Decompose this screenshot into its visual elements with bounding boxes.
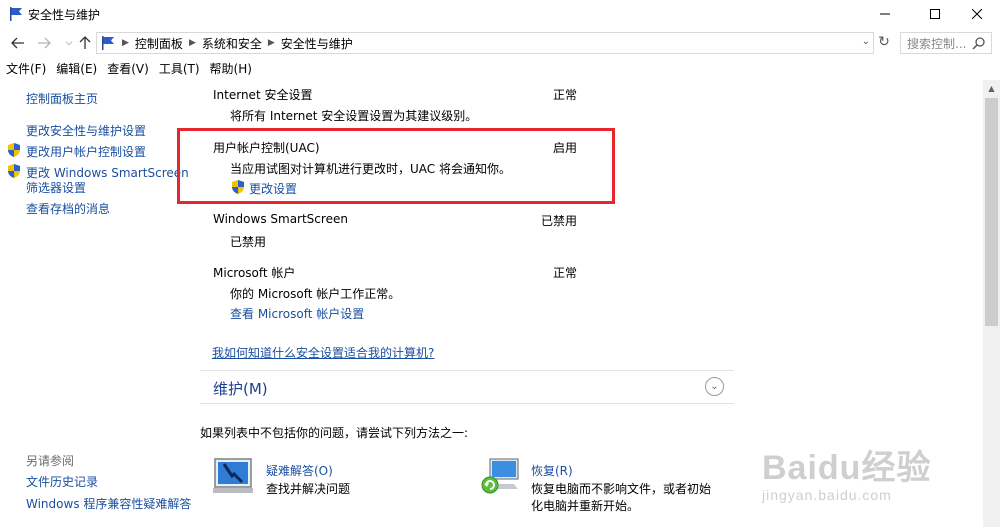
chevron-right-icon[interactable]: ▶ (189, 38, 196, 48)
see-also-compatibility-troubleshooter[interactable]: Windows 程序兼容性疑难解答 (26, 495, 191, 512)
scrollbar-thumb[interactable] (985, 98, 998, 326)
maximize-icon (930, 9, 940, 19)
back-button[interactable] (9, 34, 27, 52)
maximize-button[interactable] (912, 0, 958, 28)
breadcrumb-item-control-panel[interactable]: 控制面板 (135, 35, 183, 52)
flag-icon (10, 7, 22, 21)
troubleshooting-icon[interactable] (212, 456, 256, 496)
uac-shield-icon (8, 164, 20, 178)
scroll-up-button[interactable]: ▲ (983, 80, 1000, 97)
refresh-button[interactable]: ↻ (876, 34, 892, 50)
smartscreen-desc: 已禁用 (230, 235, 267, 249)
troubleshooting-link[interactable]: 疑难解答(O) (266, 462, 333, 479)
title-bar: 安全性与维护 (0, 0, 1000, 28)
breadcrumb-item-security-maintenance[interactable]: 安全性与维护 (281, 35, 353, 52)
forward-button[interactable] (35, 34, 53, 52)
vertical-scrollbar[interactable]: ▲ (983, 80, 1000, 527)
sidebar-item-view-archived-messages[interactable]: 查看存档的消息 (26, 200, 110, 217)
search-input[interactable]: 搜索控制... (900, 32, 992, 54)
up-button[interactable] (76, 34, 94, 52)
menu-edit[interactable]: 编辑(E) (56, 60, 97, 77)
uac-shield-icon (232, 180, 244, 194)
search-placeholder: 搜索控制... (907, 36, 967, 51)
menu-view[interactable]: 查看(V) (107, 60, 149, 77)
triangle-up-icon: ▲ (988, 84, 995, 93)
minimize-button[interactable] (862, 0, 908, 28)
maintenance-section-header[interactable]: 维护(M) ⌄ (200, 370, 734, 404)
uac-shield-icon (8, 143, 20, 157)
close-icon (972, 9, 982, 19)
minimize-icon (880, 13, 890, 15)
sidebar: 控制面板主页 更改安全性与维护设置 更改用户帐户控制设置 更改 Windows … (0, 80, 195, 527)
menu-tools[interactable]: 工具(T) (159, 60, 200, 77)
refresh-icon: ↻ (878, 34, 890, 50)
see-also-file-history[interactable]: 文件历史记录 (26, 473, 98, 490)
chevron-right-icon[interactable]: ▶ (268, 38, 275, 48)
smartscreen-title: Windows SmartScreen (213, 212, 348, 226)
menu-file[interactable]: 文件(F) (6, 60, 46, 77)
see-also-title: 另请参阅 (26, 454, 75, 468)
uac-title: 用户帐户控制(UAC) (213, 141, 320, 155)
breadcrumb: ▶ 控制面板 ▶ 系统和安全 ▶ 安全性与维护 (116, 35, 353, 52)
arrow-up-icon (79, 36, 91, 49)
recovery-desc-line2: 化电脑并重新开始。 (531, 499, 640, 513)
recovery-desc-line1: 恢复电脑而不影响文件，或者初始 (531, 482, 712, 496)
window-title: 安全性与维护 (28, 8, 101, 22)
sidebar-item-change-uac-settings[interactable]: 更改用户帐户控制设置 (26, 143, 146, 160)
watermark-line1: Baidu经验 (762, 449, 932, 487)
maintenance-title: 维护(M) (213, 380, 268, 398)
menu-bar: 文件(F) 编辑(E) 查看(V) 工具(T) 帮助(H) (0, 58, 1000, 78)
sidebar-item-change-security-settings[interactable]: 更改安全性与维护设置 (26, 122, 146, 139)
chevron-right-icon: ▶ (122, 38, 129, 48)
flag-icon (102, 36, 114, 50)
recovery-icon[interactable] (478, 456, 522, 496)
internet-security-title: Internet 安全设置 (213, 88, 313, 102)
internet-security-desc: 将所有 Internet 安全设置设置为其建议级别。 (230, 109, 478, 123)
microsoft-account-settings-link[interactable]: 查看 Microsoft 帐户设置 (230, 305, 364, 322)
sidebar-home-link[interactable]: 控制面板主页 (26, 90, 98, 107)
internet-security-status: 正常 (552, 88, 577, 102)
watermark: Baidu经验 jingyan.baidu.com (762, 440, 931, 503)
sidebar-item-change-smartscreen-settings-line2[interactable]: 筛选器设置 (26, 179, 86, 196)
search-icon (972, 37, 985, 50)
menu-help[interactable]: 帮助(H) (210, 60, 252, 77)
chevron-down-icon: ⌵ (65, 38, 73, 48)
address-dropdown-icon[interactable]: ⌄ (862, 36, 870, 47)
breadcrumb-item-system-security[interactable]: 系统和安全 (202, 35, 262, 52)
recovery-link[interactable]: 恢复(R) (531, 462, 573, 479)
microsoft-account-desc: 你的 Microsoft 帐户工作正常。 (230, 287, 401, 301)
microsoft-account-title: Microsoft 帐户 (213, 266, 296, 280)
security-help-link[interactable]: 我如何知道什么安全设置适合我的计算机? (212, 344, 434, 361)
watermark-line2: jingyan.baidu.com (762, 487, 892, 503)
chevron-down-icon[interactable]: ⌄ (705, 377, 724, 396)
arrow-left-icon (11, 37, 24, 49)
hint-text: 如果列表中不包括你的问题，请尝试下列方法之一: (200, 426, 469, 440)
uac-desc: 当应用试图对计算机进行更改时，UAC 将会通知你。 (230, 162, 511, 176)
address-field[interactable]: ▶ 控制面板 ▶ 系统和安全 ▶ 安全性与维护 ⌄ (96, 32, 874, 54)
troubleshooting-desc: 查找并解决问题 (266, 482, 351, 496)
smartscreen-status: 已禁用 (540, 214, 577, 228)
address-bar: ⌵ ▶ 控制面板 ▶ 系统和安全 ▶ 安全性与维护 ⌄ ↻ 搜索控制... (0, 30, 1000, 56)
uac-change-settings-link[interactable]: 更改设置 (249, 180, 297, 197)
uac-status: 启用 (552, 141, 577, 155)
close-button[interactable] (954, 0, 1000, 28)
arrow-right-icon (38, 37, 51, 49)
microsoft-account-status: 正常 (552, 266, 577, 280)
